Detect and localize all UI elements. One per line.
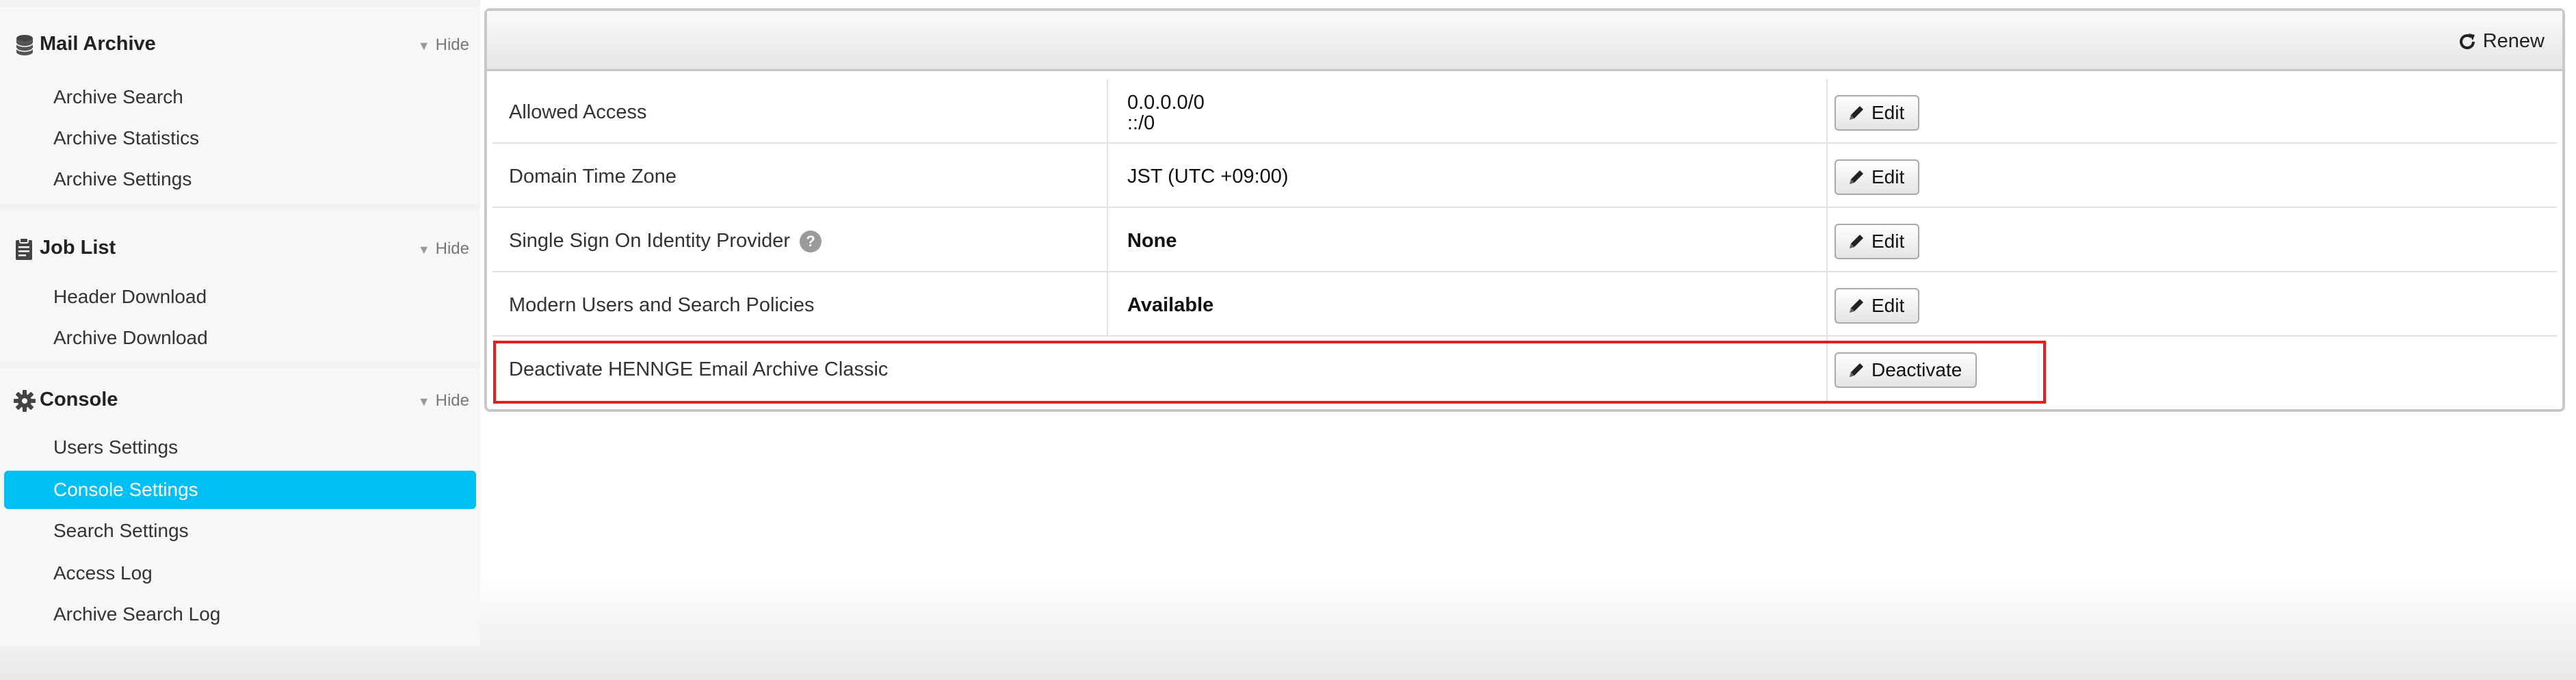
sidebar: Mail Archive ▼ Hide Archive Search Archiv… — [0, 0, 480, 646]
table-row: Modern Users and Search Policies Availab… — [492, 272, 2557, 337]
button-label: Edit — [1871, 102, 1905, 123]
pencil-icon — [1850, 299, 1863, 313]
renew-label: Renew — [2482, 30, 2545, 52]
setting-label-cell: Allowed Access — [492, 79, 1108, 144]
edit-sso-idp-button[interactable]: Edit — [1835, 224, 1920, 259]
setting-label: Deactivate HENNGE Email Archive Classic — [509, 358, 889, 380]
setting-action-cell: Deactivate — [1828, 337, 2557, 401]
pencil-icon — [1850, 106, 1863, 120]
sidebar-item-users-settings[interactable]: Users Settings — [4, 428, 476, 467]
hide-toggle-job-list[interactable]: ▼ Hide — [418, 239, 469, 259]
edit-domain-time-zone-button[interactable]: Edit — [1835, 159, 1920, 195]
section-header-mail-archive: Mail Archive ▼ Hide — [0, 7, 480, 82]
question-circle-icon[interactable]: ? — [800, 231, 822, 253]
setting-value-cell: None — [1108, 208, 1828, 272]
sidebar-item-archive-settings[interactable]: Archive Settings — [4, 160, 476, 198]
setting-value-line: 0.0.0.0/0 — [1127, 92, 1205, 114]
section-header-job-list: Job List ▼ Hide — [0, 211, 480, 286]
pencil-icon — [1850, 170, 1863, 184]
pencil-icon — [1850, 363, 1863, 377]
hide-label: Hide — [435, 239, 469, 258]
setting-label-cell: Modern Users and Search Policies — [492, 272, 1108, 337]
sidebar-item-archive-search[interactable]: Archive Search — [4, 78, 476, 116]
sidebar-section-console: Console ▼ Hide Users Settings Console Set… — [0, 368, 480, 646]
console-settings-panel: Renew Allowed Access 0.0.0.0/0 ::/0 Edit… — [484, 8, 2565, 412]
button-label: Edit — [1871, 295, 1905, 316]
pencil-icon — [1850, 235, 1863, 248]
sidebar-item-access-log[interactable]: Access Log — [4, 554, 476, 592]
sidebar-item-archive-statistics[interactable]: Archive Statistics — [4, 119, 476, 157]
hide-toggle-mail-archive[interactable]: ▼ Hide — [418, 36, 469, 55]
clipboard-icon — [16, 237, 32, 260]
setting-value-cell: 0.0.0.0/0 ::/0 — [1108, 79, 1828, 144]
chevron-down-icon: ▼ — [417, 39, 430, 53]
setting-label-cell: Domain Time Zone — [492, 144, 1108, 208]
sidebar-item-search-settings[interactable]: Search Settings — [4, 512, 476, 550]
section-title: Console — [40, 389, 118, 410]
hide-label: Hide — [435, 36, 469, 54]
setting-value: None — [1127, 230, 1177, 252]
table-row: Domain Time Zone JST (UTC +09:00) Edit — [492, 144, 2557, 208]
sidebar-section-job-list: Job List ▼ Hide Header Download Archive D… — [0, 211, 480, 361]
setting-label: Single Sign On Identity Provider — [509, 230, 791, 252]
sidebar-item-header-download[interactable]: Header Download — [4, 278, 476, 316]
deactivate-button[interactable]: Deactivate — [1835, 352, 1977, 388]
setting-label: Modern Users and Search Policies — [509, 294, 815, 316]
setting-value: Available — [1127, 294, 1214, 316]
setting-value-line: ::/0 — [1127, 112, 1155, 134]
sidebar-section-mail-archive: Mail Archive ▼ Hide Archive Search Archiv… — [0, 7, 480, 204]
edit-modern-users-button[interactable]: Edit — [1835, 288, 1920, 324]
chevron-down-icon: ▼ — [417, 395, 430, 408]
section-title: Job List — [40, 237, 116, 259]
setting-value-cell: JST (UTC +09:00) — [1108, 144, 1828, 208]
setting-label: Allowed Access — [509, 101, 647, 123]
setting-label-cell: Deactivate HENNGE Email Archive Classic — [492, 337, 1828, 401]
button-label: Deactivate — [1871, 359, 1962, 380]
setting-label: Domain Time Zone — [509, 166, 676, 187]
hide-label: Hide — [435, 391, 469, 410]
setting-action-cell: Edit — [1828, 208, 2557, 272]
setting-action-cell: Edit — [1828, 272, 2557, 337]
setting-value-cell: Available — [1108, 272, 1828, 337]
setting-action-cell: Edit — [1828, 144, 2557, 208]
table-row: Single Sign On Identity Provider? None E… — [492, 208, 2557, 272]
button-label: Edit — [1871, 231, 1905, 252]
setting-label-cell: Single Sign On Identity Provider? — [492, 208, 1108, 272]
gear-icon — [14, 390, 36, 412]
sidebar-item-archive-search-log[interactable]: Archive Search Log — [4, 595, 476, 633]
setting-action-cell: Edit — [1828, 79, 2557, 144]
refresh-icon — [2459, 33, 2475, 49]
edit-allowed-access-button[interactable]: Edit — [1835, 95, 1920, 131]
table-row: Allowed Access 0.0.0.0/0 ::/0 Edit — [492, 79, 2557, 144]
hide-toggle-console[interactable]: ▼ Hide — [418, 391, 469, 410]
sidebar-item-console-settings[interactable]: Console Settings — [4, 471, 476, 509]
setting-value: JST (UTC +09:00) — [1127, 166, 1289, 187]
chevron-down-icon: ▼ — [417, 243, 430, 257]
table-row: Deactivate HENNGE Email Archive Classic … — [492, 337, 2557, 401]
renew-button[interactable]: Renew — [2457, 30, 2545, 53]
section-header-console: Console ▼ Hide — [0, 368, 480, 430]
database-icon — [16, 35, 34, 55]
setting-label-wrap: Single Sign On Identity Provider? — [509, 230, 822, 253]
button-label: Edit — [1871, 166, 1905, 187]
sidebar-item-archive-download[interactable]: Archive Download — [4, 319, 476, 357]
panel-toolbar: Renew — [487, 11, 2562, 71]
section-title: Mail Archive — [40, 33, 156, 55]
